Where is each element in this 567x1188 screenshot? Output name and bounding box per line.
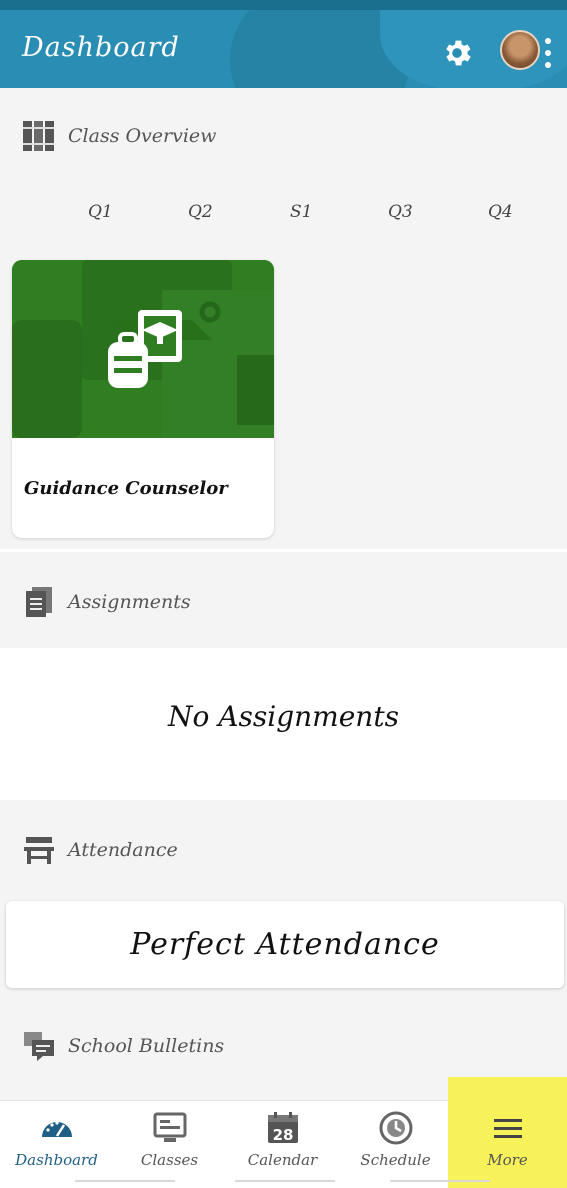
nav-calendar[interactable]: 28 Calendar xyxy=(226,1101,339,1188)
classes-monitor-icon xyxy=(150,1111,190,1145)
books-icon xyxy=(22,119,56,153)
nav-schedule-label: Schedule xyxy=(360,1151,431,1169)
nav-calendar-label: Calendar xyxy=(247,1151,318,1169)
nav-classes-label: Classes xyxy=(140,1151,199,1169)
page-title: Dashboard xyxy=(22,32,180,63)
attendance-status: Perfect Attendance xyxy=(130,927,440,962)
overflow-menu-icon[interactable] xyxy=(544,38,552,68)
calendar-icon: 28 xyxy=(263,1111,303,1145)
dashboard-gauge-icon xyxy=(37,1111,77,1145)
nav-dashboard-label: Dashboard xyxy=(15,1151,98,1169)
nav-more[interactable]: More xyxy=(448,1077,567,1188)
attendance-header: Attendance xyxy=(0,822,567,878)
assignments-label: Assignments xyxy=(68,591,191,613)
tab-q3[interactable]: Q3 xyxy=(388,202,413,222)
nav-dashboard[interactable]: Dashboard xyxy=(0,1101,113,1188)
attendance-label: Attendance xyxy=(68,839,178,861)
schedule-clock-icon xyxy=(376,1111,416,1145)
app-bar: Dashboard xyxy=(0,10,567,88)
menu-lines-icon xyxy=(488,1111,528,1145)
nav-classes[interactable]: Classes xyxy=(113,1101,226,1188)
bottom-nav: Dashboard Classes 28 Calendar Schedule M… xyxy=(0,1077,567,1188)
no-assignments-text: No Assignments xyxy=(168,700,399,733)
class-overview-header: Class Overview xyxy=(0,108,567,164)
assignments-header: Assignments xyxy=(0,574,567,630)
desk-icon xyxy=(22,833,56,867)
section-divider xyxy=(0,549,567,552)
bulletins-chat-icon xyxy=(22,1029,56,1063)
nav-underline xyxy=(75,1180,175,1182)
bulletins-header: School Bulletins xyxy=(0,1018,567,1074)
class-card[interactable]: Guidance Counselor xyxy=(12,260,274,538)
class-card-title: Guidance Counselor xyxy=(24,478,228,499)
tab-s1[interactable]: S1 xyxy=(290,202,312,222)
class-overview-label: Class Overview xyxy=(68,125,217,147)
tab-q4[interactable]: Q4 xyxy=(488,202,513,222)
tab-q2[interactable]: Q2 xyxy=(188,202,213,222)
tab-q1[interactable]: Q1 xyxy=(88,202,113,222)
avatar[interactable] xyxy=(500,30,540,70)
gear-icon[interactable] xyxy=(440,36,474,70)
calendar-badge: 28 xyxy=(272,1126,293,1144)
bulletins-label: School Bulletins xyxy=(68,1035,225,1057)
nav-more-label: More xyxy=(487,1151,528,1169)
class-card-image xyxy=(12,260,274,438)
nav-schedule[interactable]: Schedule xyxy=(339,1101,452,1188)
status-bar xyxy=(0,0,567,10)
quarter-tabs: Q1 Q2 S1 Q3 Q4 xyxy=(0,196,567,232)
nav-underline xyxy=(390,1180,490,1182)
nav-underline xyxy=(235,1180,335,1182)
document-icon xyxy=(22,585,56,619)
attendance-card[interactable]: Perfect Attendance xyxy=(6,901,564,988)
